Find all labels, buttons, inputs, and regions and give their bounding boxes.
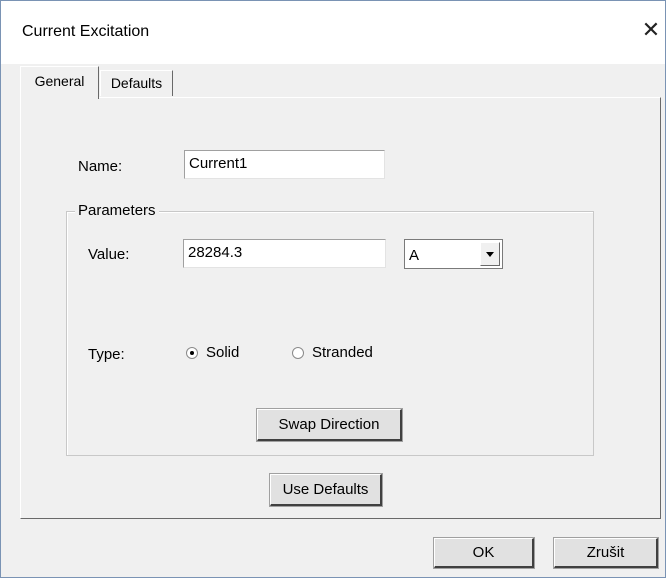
type-label: Type: bbox=[88, 346, 125, 363]
cancel-button[interactable]: Zrušit bbox=[553, 537, 659, 569]
window-title: Current Excitation bbox=[22, 23, 150, 40]
tab-general-label: General bbox=[34, 73, 85, 89]
value-label: Value: bbox=[88, 246, 130, 263]
name-label: Name: bbox=[78, 158, 123, 175]
tab-defaults-label: Defaults bbox=[110, 75, 163, 91]
radio-solid-indicator[interactable] bbox=[186, 346, 198, 359]
radio-solid-label: Solid bbox=[206, 344, 240, 361]
dialog-window: Current Excitation ✕ General Defaults Na… bbox=[0, 0, 666, 578]
value-input[interactable]: 28284.3 bbox=[183, 239, 386, 268]
parameters-legend: Parameters bbox=[75, 202, 159, 219]
radio-stranded-indicator[interactable] bbox=[292, 346, 304, 359]
radio-solid[interactable]: Solid bbox=[186, 344, 239, 361]
radio-stranded[interactable]: Stranded bbox=[292, 344, 373, 361]
unit-selected-value: A bbox=[409, 247, 420, 264]
general-tab-panel: Name: Current1 Parameters Value: 28284.3… bbox=[20, 97, 661, 519]
parameters-group: Parameters Value: 28284.3 A Type: Solid … bbox=[66, 202, 594, 456]
swap-direction-button[interactable]: Swap Direction bbox=[256, 408, 403, 442]
close-icon[interactable]: ✕ bbox=[639, 15, 663, 45]
tab-general[interactable]: General bbox=[20, 66, 99, 99]
ok-button[interactable]: OK bbox=[433, 537, 535, 569]
chevron-down-icon[interactable] bbox=[480, 242, 500, 266]
radio-stranded-label: Stranded bbox=[312, 344, 373, 361]
name-input[interactable]: Current1 bbox=[184, 150, 385, 179]
use-defaults-button[interactable]: Use Defaults bbox=[269, 473, 383, 507]
title-bar: Current Excitation ✕ bbox=[1, 1, 665, 64]
unit-dropdown[interactable]: A bbox=[404, 239, 503, 269]
tab-defaults[interactable]: Defaults bbox=[100, 70, 173, 96]
